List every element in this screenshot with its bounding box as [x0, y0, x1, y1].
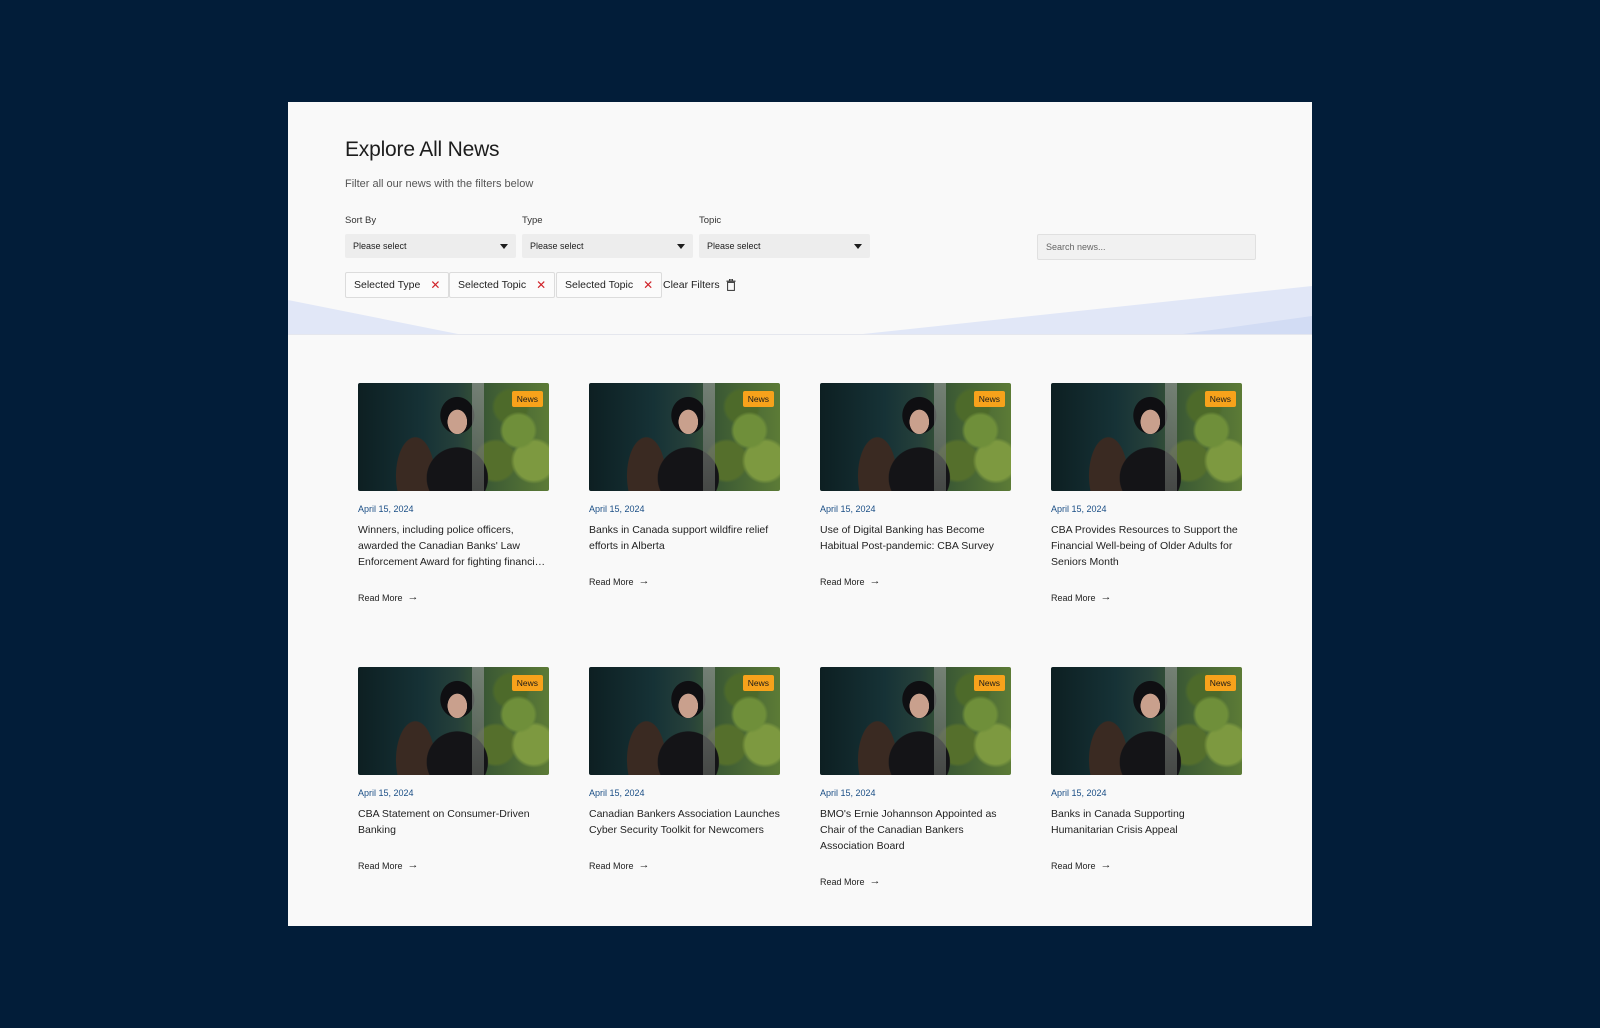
arrow-right-icon: →: [638, 575, 650, 587]
sort-by-value: Please select: [353, 241, 407, 251]
read-more-link[interactable]: Read More →: [1051, 592, 1112, 603]
read-more-label: Read More: [1051, 860, 1096, 871]
news-card[interactable]: News April 15, 2024 Canadian Bankers Ass…: [589, 667, 780, 871]
read-more-label: Read More: [820, 576, 865, 587]
trash-icon: [726, 279, 736, 291]
sort-by-label: Sort By: [345, 215, 377, 226]
arrow-right-icon: →: [869, 575, 881, 587]
news-card-image[interactable]: News: [589, 383, 780, 491]
read-more-label: Read More: [358, 592, 403, 603]
type-value: Please select: [530, 241, 584, 251]
news-card[interactable]: News April 15, 2024 Winners, including p…: [358, 383, 549, 603]
news-card[interactable]: News April 15, 2024 Banks in Canada supp…: [589, 383, 780, 587]
filter-chip-topic[interactable]: Selected Topic ✕: [556, 272, 663, 298]
news-date: April 15, 2024: [358, 788, 414, 798]
news-card-image[interactable]: News: [358, 667, 549, 775]
news-card-image[interactable]: News: [358, 383, 549, 491]
news-card[interactable]: News April 15, 2024 BMO's Ernie Johannso…: [820, 667, 1011, 887]
caret-down-icon: [677, 243, 685, 249]
news-panel: Explore All News Filter all our news wit…: [288, 102, 1312, 926]
read-more-label: Read More: [589, 576, 634, 587]
news-badge: News: [511, 675, 543, 691]
news-title[interactable]: Use of Digital Banking has Become Habitu…: [820, 522, 1011, 554]
filter-chip-type[interactable]: Selected Type ✕: [345, 272, 450, 298]
news-card[interactable]: News April 15, 2024 Banks in Canada Supp…: [1051, 667, 1242, 871]
news-badge: News: [1204, 391, 1236, 407]
news-title[interactable]: BMO's Ernie Johannson Appointed as Chair…: [820, 806, 1011, 854]
chip-label: Selected Topic: [458, 279, 527, 291]
filter-section: Explore All News Filter all our news wit…: [288, 102, 1312, 335]
news-card[interactable]: News April 15, 2024 Use of Digital Banki…: [820, 383, 1011, 587]
news-date: April 15, 2024: [820, 788, 876, 798]
topic-select[interactable]: Please select: [699, 234, 870, 258]
news-card[interactable]: News April 15, 2024 CBA Statement on Con…: [358, 667, 549, 871]
news-card-image[interactable]: News: [589, 667, 780, 775]
news-card-image[interactable]: News: [820, 383, 1011, 491]
news-date: April 15, 2024: [589, 788, 645, 798]
search-input[interactable]: [1037, 234, 1256, 260]
arrow-right-icon: →: [638, 859, 650, 871]
read-more-label: Read More: [589, 860, 634, 871]
read-more-link[interactable]: Read More →: [1051, 860, 1112, 871]
clear-filters-button[interactable]: Clear Filters: [663, 272, 736, 298]
close-icon[interactable]: ✕: [643, 279, 653, 291]
decorative-wave: [288, 286, 1312, 334]
news-card[interactable]: News April 15, 2024 CBA Provides Resourc…: [1051, 383, 1242, 603]
arrow-right-icon: →: [407, 591, 419, 603]
news-date: April 15, 2024: [820, 504, 876, 514]
arrow-right-icon: →: [407, 859, 419, 871]
read-more-link[interactable]: Read More →: [358, 592, 419, 603]
page-title: Explore All News: [345, 138, 500, 161]
news-date: April 15, 2024: [358, 504, 414, 514]
filter-chip-topic[interactable]: Selected Topic ✕: [449, 272, 556, 298]
news-card-image[interactable]: News: [820, 667, 1011, 775]
chip-label: Selected Type: [354, 279, 421, 291]
close-icon[interactable]: ✕: [430, 279, 440, 291]
read-more-link[interactable]: Read More →: [820, 576, 881, 587]
news-date: April 15, 2024: [589, 504, 645, 514]
news-badge: News: [742, 675, 774, 691]
filter-divider: [288, 334, 1312, 335]
news-title[interactable]: Winners, including police officers, awar…: [358, 522, 549, 570]
arrow-right-icon: →: [1100, 859, 1112, 871]
news-title[interactable]: Banks in Canada Supporting Humanitarian …: [1051, 806, 1242, 838]
read-more-link[interactable]: Read More →: [589, 576, 650, 587]
news-badge: News: [742, 391, 774, 407]
read-more-link[interactable]: Read More →: [358, 860, 419, 871]
topic-label: Topic: [699, 215, 722, 226]
news-card-image[interactable]: News: [1051, 667, 1242, 775]
news-date: April 15, 2024: [1051, 504, 1107, 514]
news-title[interactable]: CBA Statement on Consumer-Driven Banking: [358, 806, 549, 838]
news-badge: News: [511, 391, 543, 407]
sort-by-select[interactable]: Please select: [345, 234, 516, 258]
close-icon[interactable]: ✕: [536, 279, 546, 291]
news-title[interactable]: Banks in Canada support wildfire relief …: [589, 522, 780, 554]
news-badge: News: [973, 675, 1005, 691]
type-label: Type: [522, 215, 543, 226]
topic-value: Please select: [707, 241, 761, 251]
news-card-image[interactable]: News: [1051, 383, 1242, 491]
page-subtitle: Filter all our news with the filters bel…: [345, 178, 534, 190]
chip-label: Selected Topic: [565, 279, 634, 291]
read-more-label: Read More: [820, 876, 865, 887]
type-select[interactable]: Please select: [522, 234, 693, 258]
news-badge: News: [1204, 675, 1236, 691]
news-date: April 15, 2024: [1051, 788, 1107, 798]
read-more-link[interactable]: Read More →: [589, 860, 650, 871]
news-title[interactable]: Canadian Bankers Association Launches Cy…: [589, 806, 780, 838]
arrow-right-icon: →: [869, 875, 881, 887]
read-more-label: Read More: [358, 860, 403, 871]
caret-down-icon: [854, 243, 862, 249]
news-title[interactable]: CBA Provides Resources to Support the Fi…: [1051, 522, 1242, 570]
caret-down-icon: [500, 243, 508, 249]
arrow-right-icon: →: [1100, 591, 1112, 603]
clear-filters-label: Clear Filters: [663, 279, 720, 291]
news-badge: News: [973, 391, 1005, 407]
read-more-link[interactable]: Read More →: [820, 876, 881, 887]
read-more-label: Read More: [1051, 592, 1096, 603]
